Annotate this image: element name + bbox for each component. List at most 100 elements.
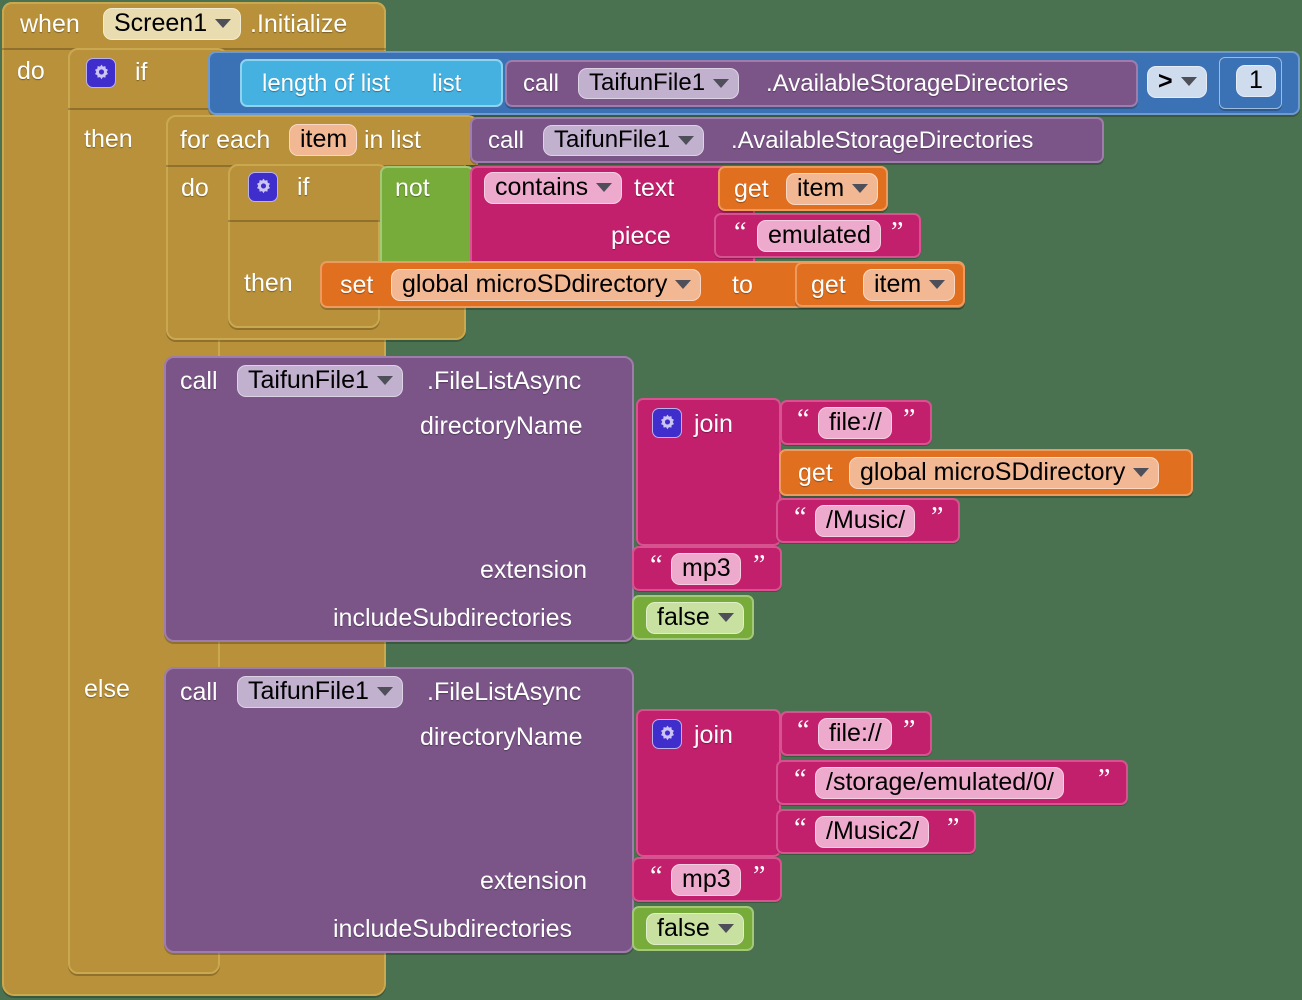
when-label: when [20,10,80,38]
param-label-directoryname-1: directoryName [420,412,583,440]
inner-if-mutator-gear-icon[interactable] [248,172,278,202]
component-dropdown-1[interactable]: TaifunFile1 [578,68,740,99]
text-value-file-protocol-1: file:// [829,408,882,436]
component-dropdown-label-1: TaifunFile1 [589,69,706,96]
join-label-1: join [694,410,733,438]
close-quote-icon-3: ” [931,502,944,533]
inner-then-label: then [244,269,293,297]
screen-dropdown[interactable]: Screen1 [103,8,242,40]
comparison-operator-dropdown[interactable]: > [1147,66,1207,98]
contains-piece-param-label: piece [611,222,671,250]
chevron-down-icon [675,280,692,289]
in-list-label: in list [364,126,421,154]
list-socket-label: list [432,70,462,97]
chevron-down-icon [852,184,869,193]
set-variable-dropdown[interactable]: global microSDdirectory [391,269,702,301]
event-name-label: .Initialize [250,10,348,38]
open-quote-icon-1: “ [734,217,747,248]
call-filelistasync-else[interactable] [164,667,634,953]
close-quote-icon-2: ” [903,404,916,435]
get-label-2: get [811,271,846,299]
join-mutator-gear-icon-1[interactable] [652,408,682,438]
text-field-music2-path[interactable]: /Music2/ [815,816,930,848]
text-value-music-path: /Music/ [826,506,906,534]
text-value-storage-path: /storage/emulated/0/ [826,768,1054,796]
method-label-1: .AvailableStorageDirectories [766,70,1069,97]
get-label-3: get [798,459,833,487]
boolean-dropdown-2[interactable]: false [646,913,744,945]
boolean-value-1: false [657,603,710,631]
number-field[interactable]: 1 [1236,65,1276,97]
get-variable-dropdown-2[interactable]: item [863,269,956,301]
to-label: to [732,271,753,299]
chevron-down-icon [1180,77,1197,86]
text-field-file-protocol-2[interactable]: file:// [818,718,892,750]
chevron-down-icon [215,19,232,28]
open-quote-icon-3: “ [794,502,807,533]
text-field-extension-1[interactable]: mp3 [671,553,741,585]
blocks-workspace[interactable]: when Screen1 .Initialize do if then else… [0,0,1302,1000]
then-label: then [84,125,133,153]
method-label-4: .FileListAsync [427,678,582,706]
inner-if-label: if [297,173,310,201]
component-dropdown-3[interactable]: TaifunFile1 [237,365,403,397]
do-label: do [17,57,45,85]
method-label-2: .AvailableStorageDirectories [731,127,1034,154]
get-global-variable-dropdown[interactable]: global microSDdirectory [849,457,1160,489]
text-field-music-path[interactable]: /Music/ [815,505,916,537]
param-label-extension-1: extension [480,556,588,584]
close-quote-icon-8: ” [753,861,766,892]
call-label-1: call [523,70,560,97]
comparison-operator-label: > [1158,67,1173,95]
contains-dropdown[interactable]: contains [484,172,623,204]
chevron-down-icon [596,183,613,192]
close-quote-icon-6: ” [1098,764,1111,795]
component-dropdown-2[interactable]: TaifunFile1 [543,125,705,156]
open-quote-icon-7: “ [794,813,807,844]
set-variable-label: global microSDdirectory [402,270,668,298]
chevron-down-icon [1133,468,1150,477]
chevron-down-icon [376,687,393,696]
contains-text-param-label: text [634,174,675,202]
screen-dropdown-label: Screen1 [114,9,208,37]
get-global-variable-label: global microSDdirectory [860,458,1126,486]
get-label-1: get [734,175,769,203]
text-value-extension-2: mp3 [682,865,731,893]
else-label: else [84,675,130,703]
method-label-3: .FileListAsync [427,367,582,395]
contains-dropdown-label: contains [495,173,589,201]
open-quote-icon-8: “ [650,861,663,892]
if-label: if [135,58,148,86]
get-variable-dropdown-1[interactable]: item [786,173,879,205]
chevron-down-icon [929,280,946,289]
loop-variable-field[interactable]: item [289,124,358,156]
close-quote-icon-5: ” [903,715,916,746]
chevron-down-icon [717,613,734,622]
param-label-extension-2: extension [480,867,588,895]
component-dropdown-label-3: TaifunFile1 [248,366,369,394]
for-each-label: for each [180,126,271,154]
component-dropdown-4[interactable]: TaifunFile1 [237,676,403,708]
call-label-4: call [180,678,218,706]
if-mutator-gear-icon[interactable] [86,58,116,88]
text-field-storage-path[interactable]: /storage/emulated/0/ [815,767,1064,799]
text-field-file-protocol-1[interactable]: file:// [818,407,892,439]
boolean-dropdown-1[interactable]: false [646,602,744,634]
param-label-directoryname-2: directoryName [420,723,583,751]
boolean-value-2: false [657,914,710,942]
join-mutator-gear-icon-2[interactable] [652,719,682,749]
get-variable-label-2: item [874,270,922,298]
get-variable-label-1: item [797,174,845,202]
text-field-extension-2[interactable]: mp3 [671,864,741,896]
chevron-down-icon [678,135,695,145]
open-quote-icon-5: “ [797,715,810,746]
text-value-emulated: emulated [768,221,871,249]
text-value-extension-1: mp3 [682,554,731,582]
open-quote-icon-2: “ [797,404,810,435]
text-value-file-protocol-2: file:// [829,719,882,747]
call-filelistasync-then[interactable] [164,356,634,642]
text-field-emulated[interactable]: emulated [757,220,881,252]
open-quote-icon-6: “ [794,764,807,795]
close-quote-icon-4: ” [753,550,766,581]
component-dropdown-label-4: TaifunFile1 [248,677,369,705]
